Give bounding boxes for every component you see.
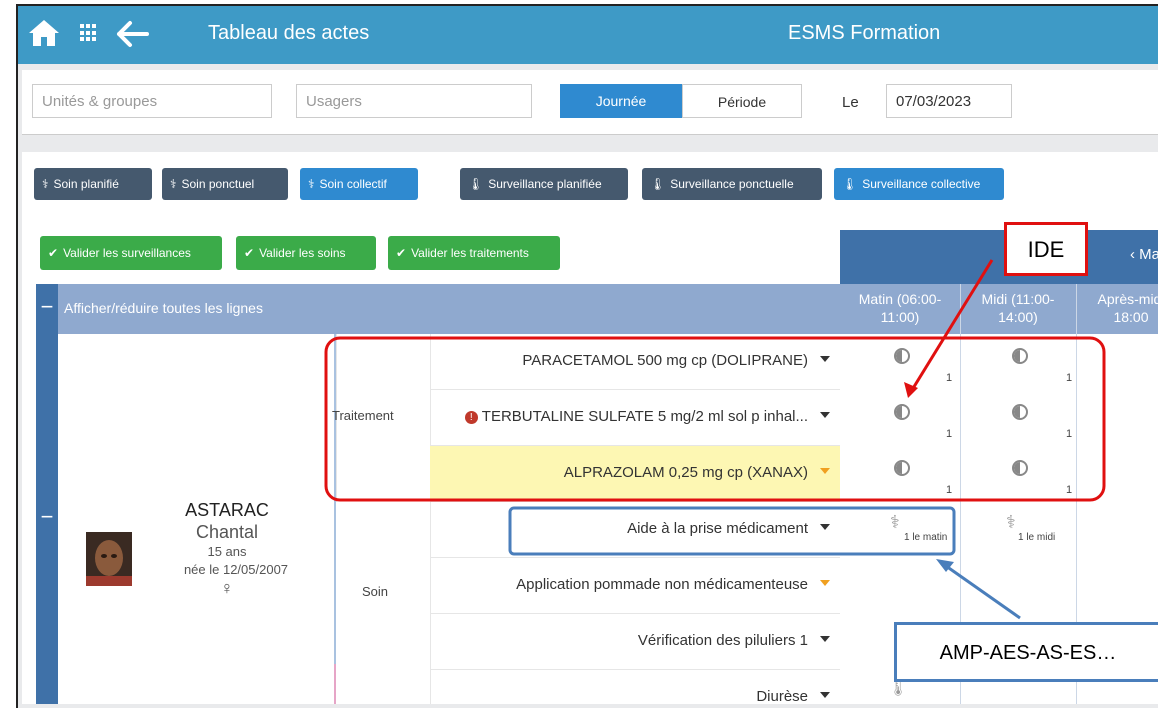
- ide-annotation: IDE: [1004, 222, 1088, 276]
- soin-highlight-box: [508, 506, 956, 556]
- amp-annotation: AMP-AES-AS-ES…: [894, 622, 1158, 682]
- amp-arrow: [945, 564, 1021, 620]
- ide-arrow: [910, 259, 994, 391]
- treatment-highlight-box: [324, 336, 1106, 502]
- annotation-overlay: [324, 259, 1106, 620]
- app-window: Tableau des actes ESMS Formation Unités …: [16, 4, 1158, 708]
